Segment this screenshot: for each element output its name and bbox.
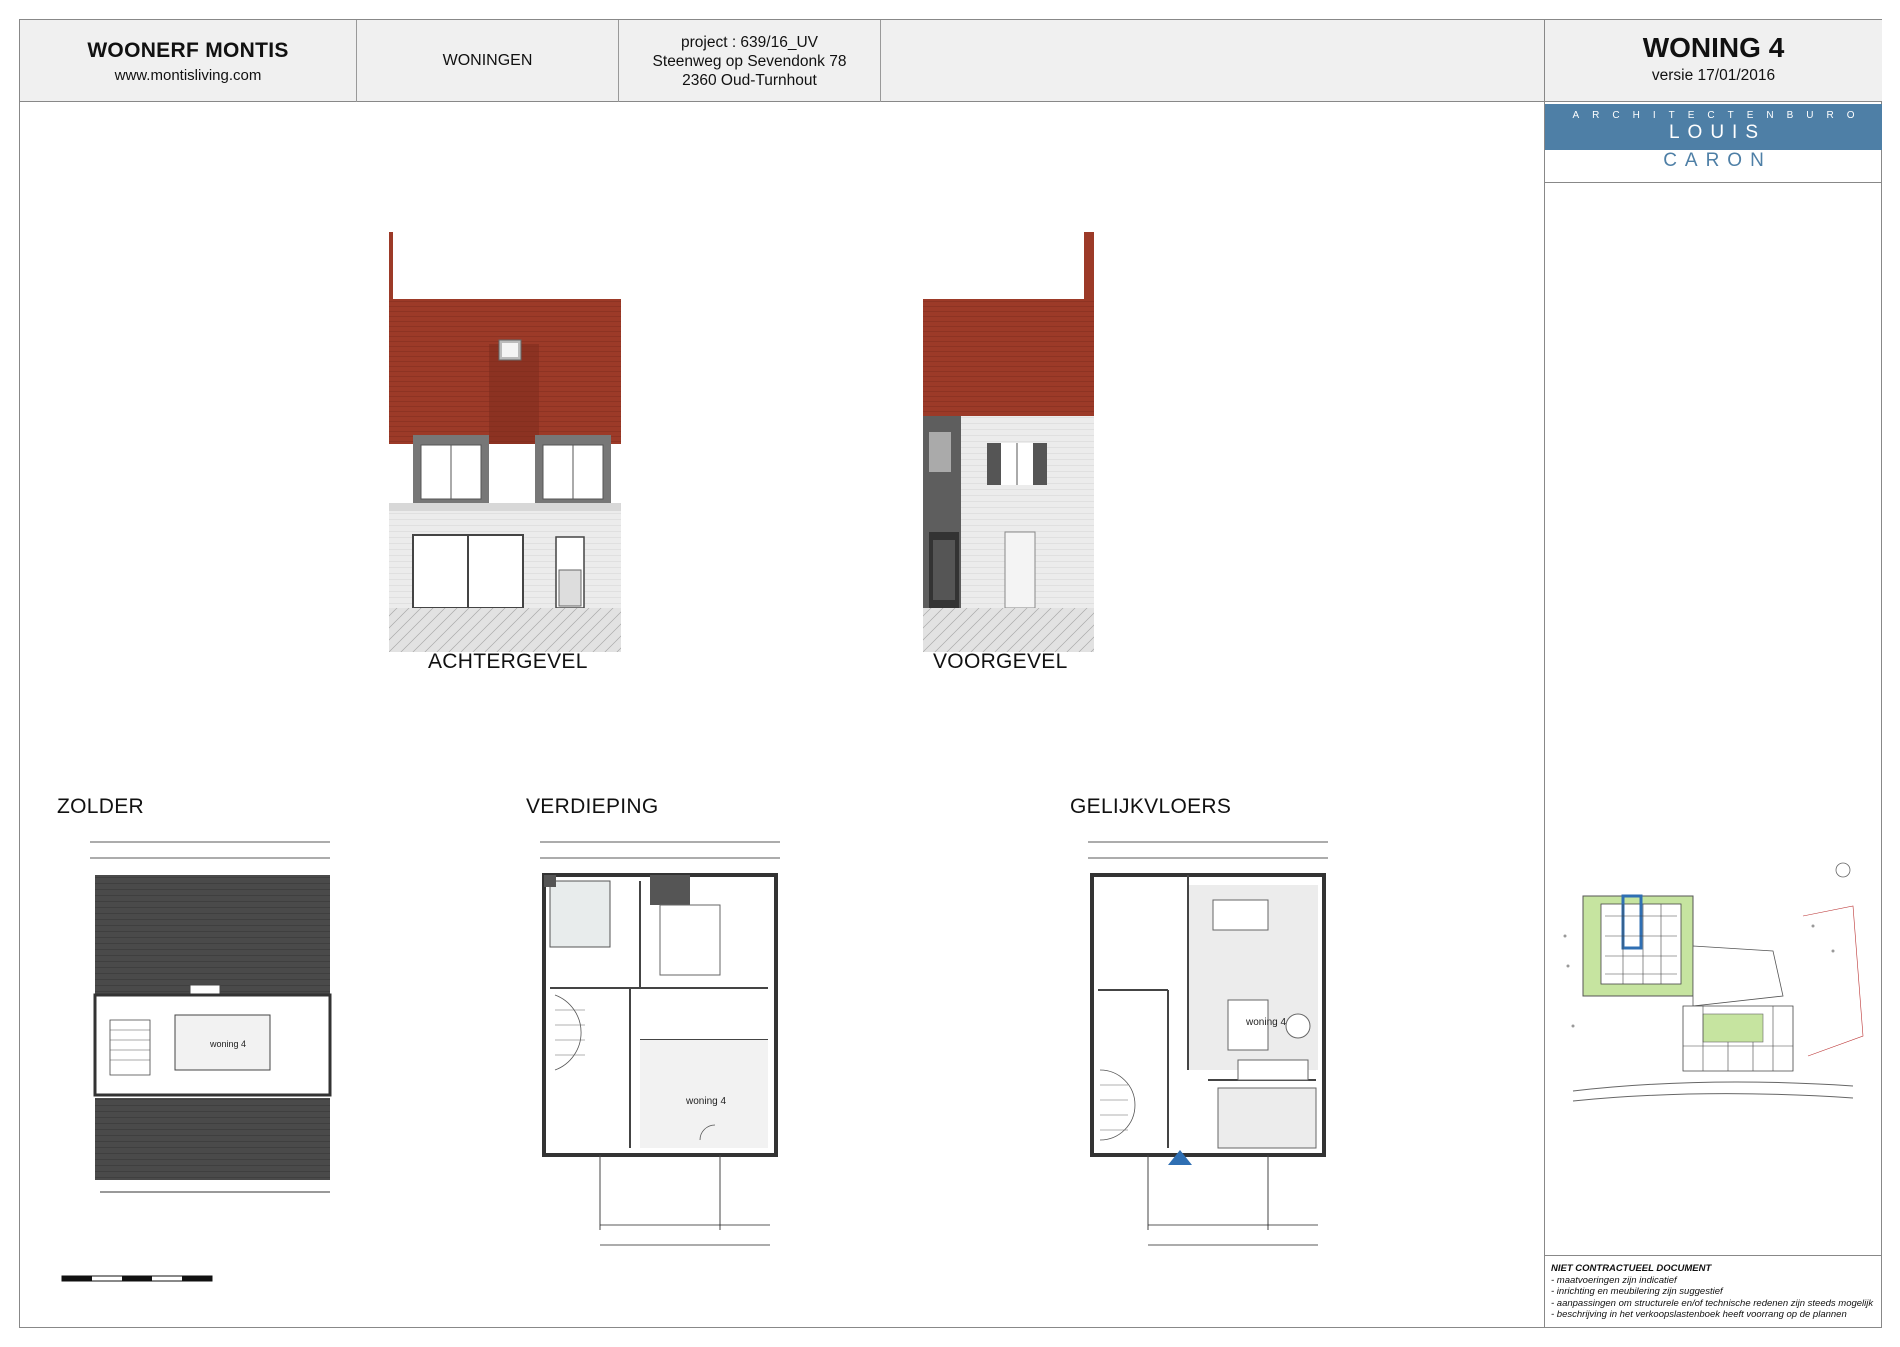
notes-line: - maatvoeringen zijn indicatief — [1551, 1274, 1677, 1286]
project-street: Steenweg op Sevendonk 78 — [652, 52, 847, 70]
logo-line-3: CARON — [1663, 150, 1772, 171]
upper-floor-plan: woning 4 — [540, 841, 780, 1246]
attic-floorplan: woning 4 — [90, 841, 332, 1193]
attic-plan-title: ZOLDER — [57, 795, 144, 818]
front-elevation-title: VOORGEVEL — [933, 650, 1068, 673]
front-elevation-drawing — [923, 232, 1094, 652]
notes-line: - aanpassingen om structurele en/of tech… — [1551, 1297, 1874, 1309]
architect-logo: ARCHITECTENBURO LOUIS — [1545, 104, 1882, 150]
category-label: WONINGEN — [442, 52, 533, 69]
logo-line-1: ARCHITECTENBURO — [1572, 110, 1868, 121]
upper-floor-plan-title: VERDIEPING — [526, 795, 659, 818]
ground-floor-plan-title: GELIJKVLOERS — [1070, 795, 1232, 818]
notes-line: - beschrijving in het verkoopslastenboek… — [1551, 1309, 1847, 1320]
project-cell: project : 639/16_UV Steenweg op Sevendon… — [619, 20, 881, 102]
unit-header: WONING 4 versie 17/01/2016 — [1545, 20, 1882, 102]
notes-heading: NIET CONTRACTUEEL DOCUMENT — [1551, 1263, 1712, 1274]
ground-room-label: woning 4 — [1245, 1017, 1286, 1028]
unit-title: WONING 4 — [1642, 32, 1785, 63]
unit-version: versie 17/01/2016 — [1651, 67, 1776, 84]
project-number: project : 639/16_UV — [680, 33, 818, 51]
notes-line: - inrichting en meubilering zijn suggest… — [1551, 1286, 1723, 1297]
category-cell: WONINGEN — [357, 20, 619, 102]
brand-name: WOONERF MONTIS — [87, 38, 289, 62]
scale-bar — [61, 1275, 213, 1282]
brand-cell: WOONERF MONTIS www.montisliving.com — [20, 20, 357, 102]
upper-room-label: woning 4 — [685, 1096, 726, 1107]
project-city: 2360 Oud-Turnhout — [682, 71, 817, 89]
attic-room-label: woning 4 — [209, 1039, 246, 1049]
site-plan — [1563, 862, 1864, 1102]
drawing-sheet: WOONERF MONTIS www.montisliving.com WONI… — [19, 19, 1882, 1328]
disclaimer-notes: NIET CONTRACTUEEL DOCUMENT - maatvoering… — [1545, 1255, 1882, 1328]
brand-url[interactable]: www.montisliving.com — [115, 67, 262, 84]
logo-line-2: LOUIS — [1668, 122, 1767, 143]
right-column: WONING 4 versie 17/01/2016 ARCHITECTENBU… — [1544, 20, 1882, 1328]
title-block: WOONERF MONTIS www.montisliving.com WONI… — [20, 20, 1544, 102]
rear-elevation-drawing — [389, 232, 621, 652]
ground-floor-plan: woning 4 — [1088, 841, 1328, 1246]
rear-elevation-title: ACHTERGEVEL — [428, 650, 588, 673]
empty-cell — [881, 20, 1544, 102]
divider — [1545, 182, 1882, 183]
